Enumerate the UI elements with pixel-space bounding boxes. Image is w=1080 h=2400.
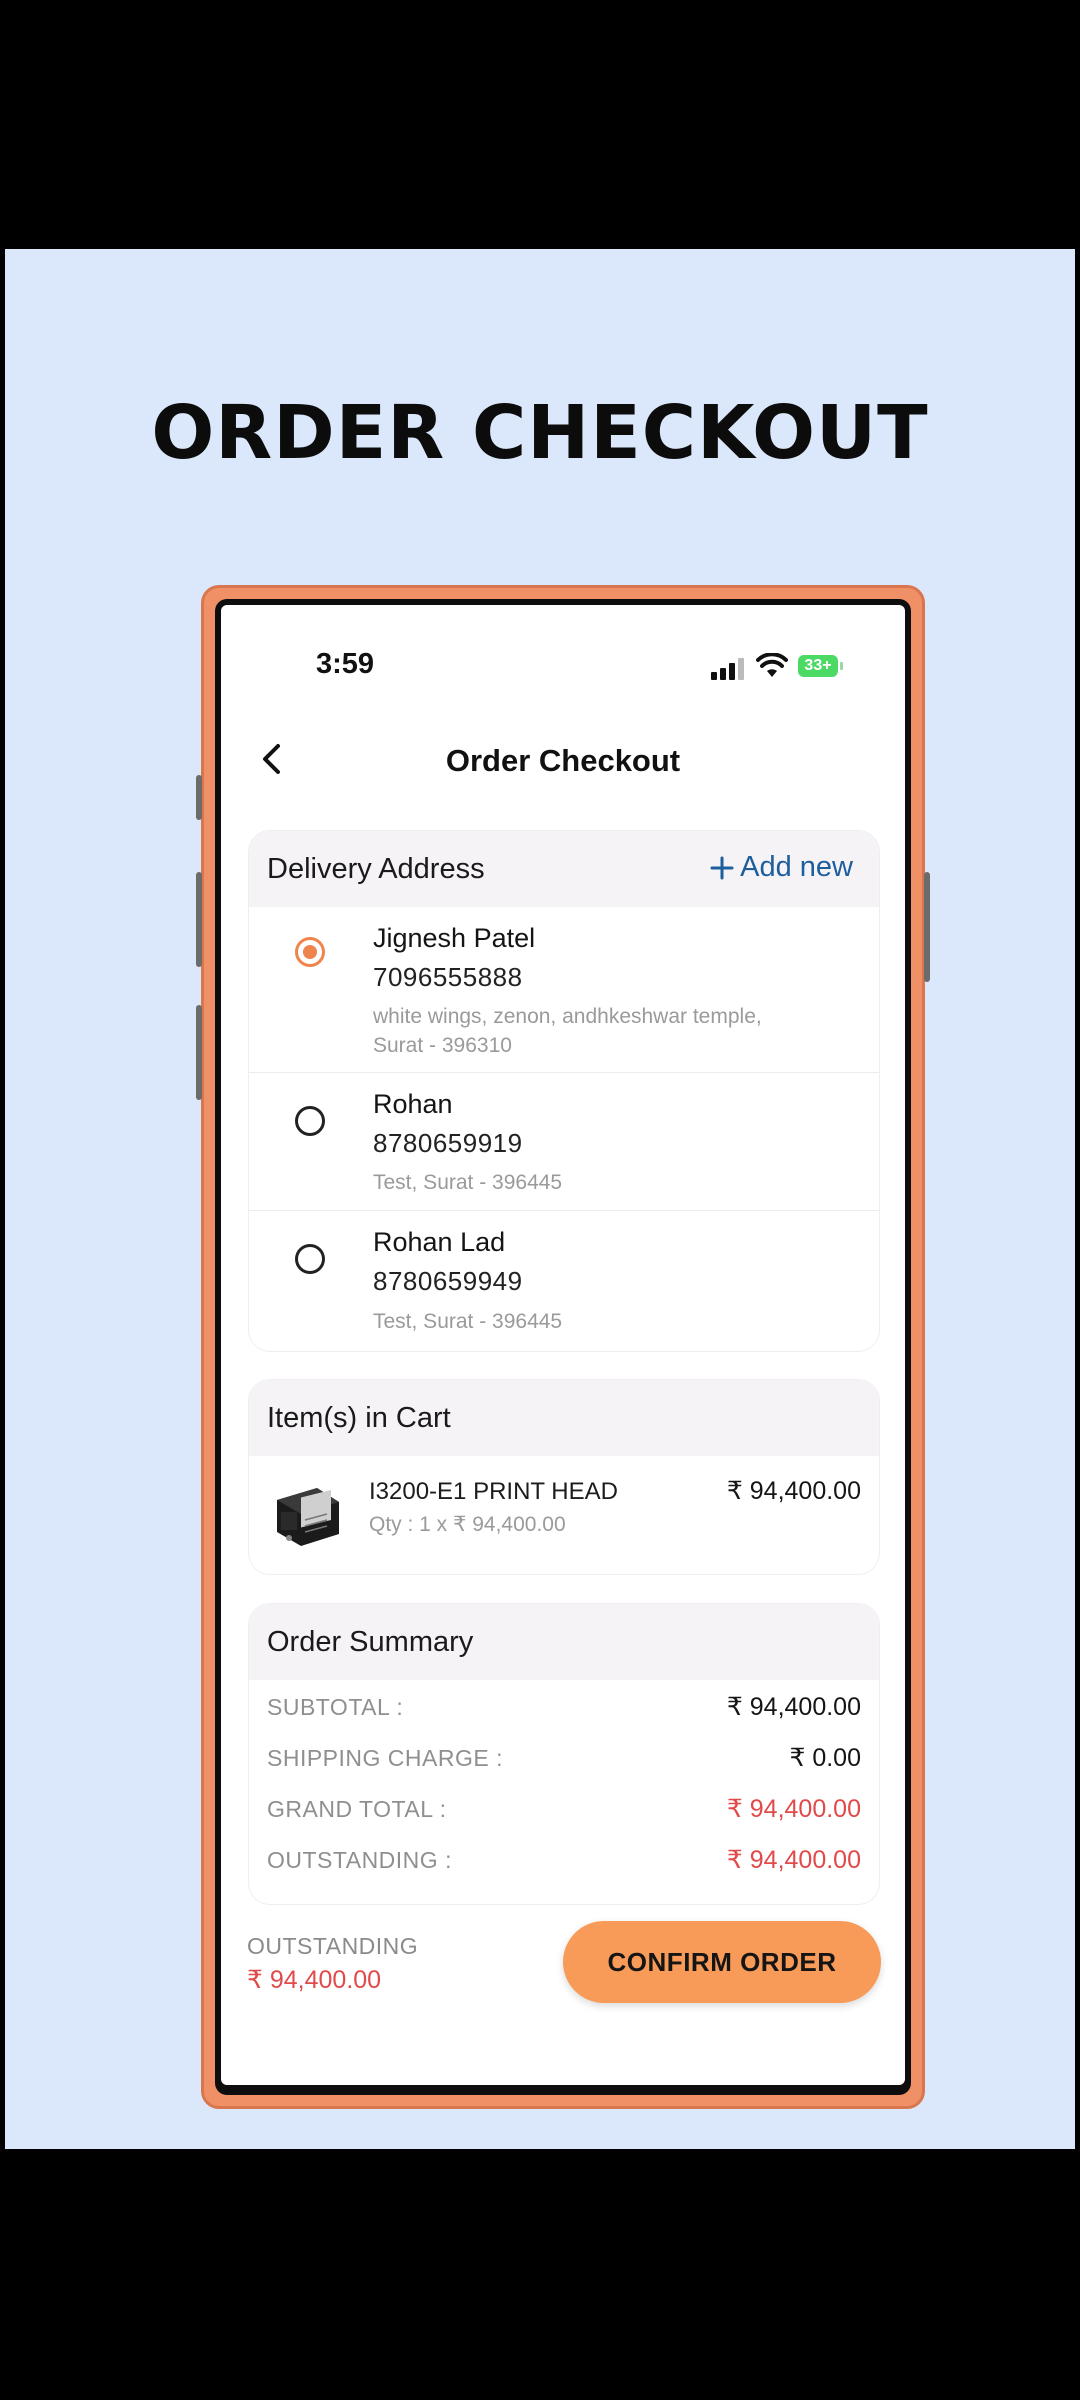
product-name: I3200-E1 PRINT HEAD [369, 1478, 618, 1505]
address-name: Rohan [373, 1089, 453, 1119]
promo-title: ORDER CHECKOUT [151, 390, 929, 476]
delivery-address-card: Delivery Address Add new Jignesh Patel 7… [248, 830, 880, 1352]
summary-value: ₹ 0.00 [789, 1744, 861, 1772]
address-item[interactable]: Rohan 8780659919 Test, Surat - 396445 [249, 1073, 879, 1211]
summary-row-grand-total: GRAND TOTAL : ₹ 94,400.00 [249, 1784, 879, 1835]
summary-label: SHIPPING CHARGE : [267, 1745, 503, 1771]
status-bar: 3:59 33+ [221, 640, 905, 690]
page-title: Order Checkout [445, 743, 681, 778]
cart-card: Item(s) in Cart I3200-E1 PRINT HEAD Qty … [248, 1379, 880, 1575]
cart-heading: Item(s) in Cart [267, 1402, 451, 1434]
address-item[interactable]: Jignesh Patel 7096555888 white wings, ze… [249, 907, 879, 1073]
order-summary-header: Order Summary [249, 1604, 879, 1680]
address-name: Jignesh Patel [373, 923, 536, 953]
status-time: 3:59 [316, 648, 375, 680]
address-line: Surat - 396310 [373, 1034, 512, 1057]
summary-value: ₹ 94,400.00 [726, 1693, 861, 1721]
address-radio[interactable] [295, 1106, 325, 1136]
address-line: Test, Surat - 396445 [373, 1171, 563, 1194]
add-new-address-button[interactable]: Add new [710, 851, 853, 884]
top-nav: Order Checkout [221, 725, 905, 795]
battery-icon: 33+ [798, 655, 843, 677]
address-radio-selected[interactable] [295, 937, 325, 967]
summary-label: GRAND TOTAL : [267, 1796, 447, 1822]
address-line: Test, Surat - 396445 [373, 1310, 563, 1333]
product-qty: Qty : 1 x ₹ 94,400.00 [369, 1513, 566, 1536]
footer-outstanding-value: ₹ 94,400.00 [247, 1966, 382, 1994]
address-item[interactable]: Rohan Lad 8780659949 Test, Surat - 39644… [249, 1211, 879, 1351]
phone-side-button [196, 775, 202, 820]
summary-row-subtotal: SUBTOTAL : ₹ 94,400.00 [249, 1682, 879, 1733]
address-phone: 7096555888 [373, 962, 523, 992]
product-image [277, 1488, 339, 1546]
signal-icon [711, 658, 747, 680]
address-line: white wings, zenon, andhkeshwar temple, [373, 1005, 762, 1028]
confirm-order-button[interactable]: CONFIRM ORDER [563, 1921, 881, 2003]
address-radio[interactable] [295, 1244, 325, 1274]
address-phone: 8780659949 [373, 1266, 523, 1296]
summary-row-outstanding: OUTSTANDING : ₹ 94,400.00 [249, 1835, 879, 1886]
summary-value: ₹ 94,400.00 [726, 1846, 861, 1874]
order-summary-heading: Order Summary [267, 1626, 474, 1658]
phone-side-button [196, 1005, 202, 1100]
delivery-address-header: Delivery Address Add new [249, 831, 879, 907]
wifi-icon [756, 653, 788, 677]
phone-side-button [196, 872, 202, 967]
add-new-label: Add new [740, 851, 853, 883]
cart-header: Item(s) in Cart [249, 1380, 879, 1456]
address-name: Rohan Lad [373, 1227, 506, 1257]
delivery-address-heading: Delivery Address [267, 853, 485, 885]
plus-icon [710, 856, 734, 879]
summary-label: OUTSTANDING : [267, 1847, 452, 1873]
address-phone: 8780659919 [373, 1128, 523, 1158]
summary-row-shipping: SHIPPING CHARGE : ₹ 0.00 [249, 1733, 879, 1784]
footer-outstanding-label: OUTSTANDING [247, 1933, 419, 1959]
order-summary-card: Order Summary SUBTOTAL : ₹ 94,400.00 SHI… [248, 1603, 880, 1905]
phone-side-button [924, 872, 930, 982]
cart-item[interactable]: I3200-E1 PRINT HEAD Qty : 1 x ₹ 94,400.0… [249, 1456, 879, 1574]
product-price: ₹ 94,400.00 [726, 1477, 861, 1505]
summary-value: ₹ 94,400.00 [726, 1795, 861, 1823]
app-screen: 3:59 33+ Order Checkout Delivery Address… [221, 605, 905, 2085]
summary-label: SUBTOTAL : [267, 1694, 404, 1720]
